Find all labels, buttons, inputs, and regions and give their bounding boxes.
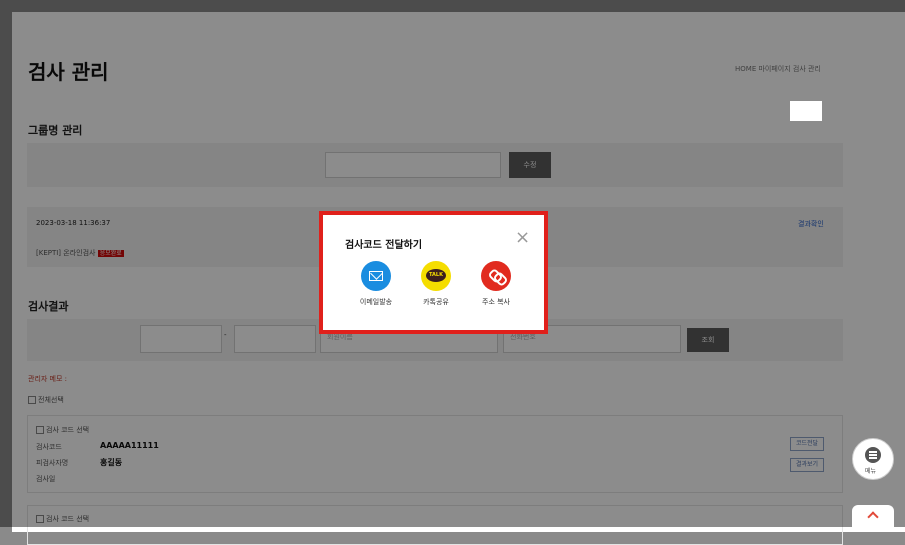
list-icon-line (869, 457, 877, 459)
share-code-modal: 검사코드 전달하기 × 이메일발송 TALK 카톡공유 주소 복사 (319, 211, 548, 334)
list-icon-line (869, 454, 877, 456)
mail-icon (361, 261, 391, 291)
floating-menu-button[interactable]: 메뉴 (852, 438, 894, 480)
copy-link-label: 주소 복사 (482, 298, 510, 306)
list-icon (865, 447, 881, 463)
scroll-top-button[interactable] (852, 505, 894, 527)
floating-menu-label: 메뉴 (865, 468, 877, 475)
chevron-up-icon (867, 511, 879, 523)
kakao-bubble-text: TALK (429, 272, 443, 278)
white-chip (790, 101, 822, 121)
close-icon[interactable]: × (515, 229, 530, 247)
kakao-share-button[interactable]: TALK 카톡공유 (408, 261, 464, 307)
kakao-share-label: 카톡공유 (423, 298, 449, 306)
list-icon-line (869, 451, 877, 453)
link-icon (481, 261, 511, 291)
kakao-talk-icon: TALK (421, 261, 451, 291)
email-share-button[interactable]: 이메일발송 (348, 261, 404, 307)
modal-title: 검사코드 전달하기 (345, 240, 423, 251)
copy-link-button[interactable]: 주소 복사 (468, 261, 524, 307)
email-share-label: 이메일발송 (359, 298, 393, 306)
